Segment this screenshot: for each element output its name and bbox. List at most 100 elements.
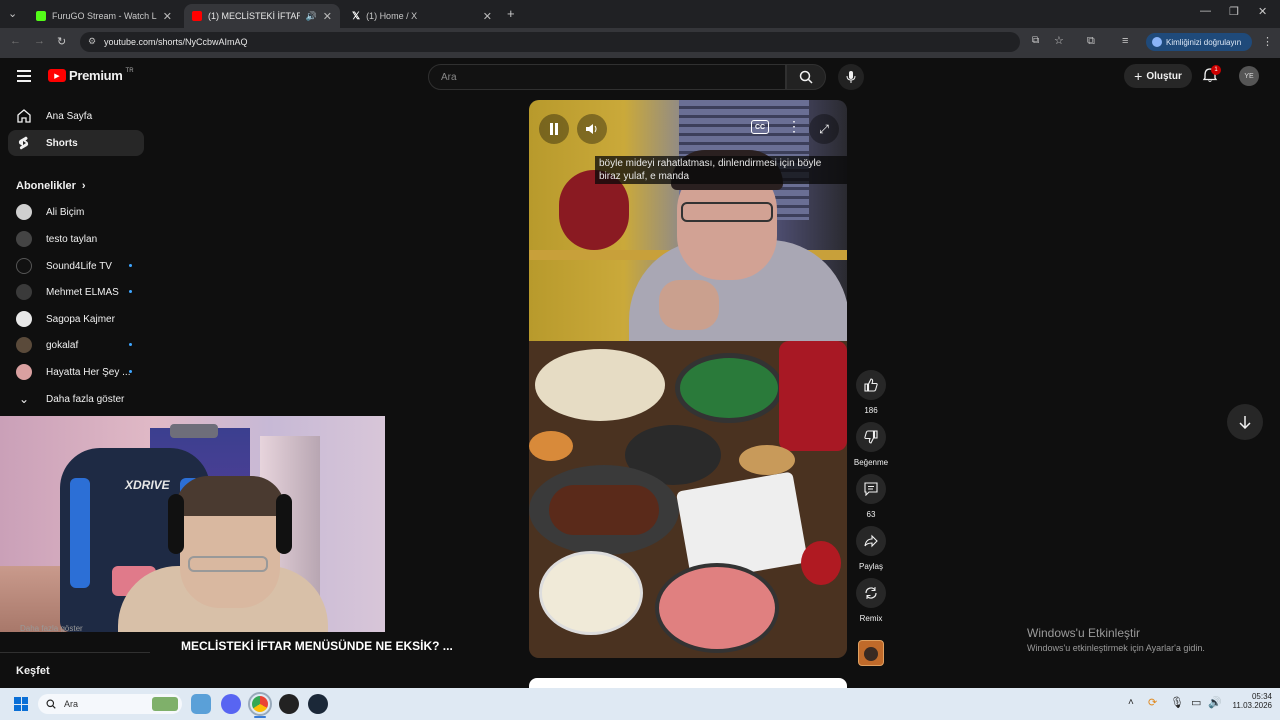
notifications-button[interactable]: 1 [1202, 65, 1221, 88]
tab-furugo[interactable]: FuruGO Stream - Watch Live on ✕ [28, 4, 180, 28]
food-image [529, 341, 847, 658]
logo-country: TR [125, 68, 134, 74]
sidebar-item-home[interactable]: Ana Sayfa [8, 103, 144, 129]
bookmark-star-icon[interactable]: ☆ [1054, 34, 1064, 47]
taskbar-search-placeholder: Ara [64, 699, 79, 709]
tray-volume-icon[interactable]: 🔊 [1208, 696, 1222, 709]
captions-icon[interactable]: CC [751, 120, 769, 134]
model-car [170, 424, 218, 438]
minimize-icon[interactable]: — [1200, 5, 1211, 17]
tray-microphone-icon[interactable]: 🎙 [1170, 696, 1184, 709]
clock-date: 11.03.2026 [1232, 701, 1272, 710]
show-more-button[interactable]: ⌄ Daha fazla göster [8, 386, 144, 412]
close-tab-icon[interactable]: ✕ [483, 10, 492, 23]
install-icon[interactable]: ⧉ [1032, 35, 1039, 46]
bowl-yogurt-soup [539, 551, 643, 635]
youtube-premium-logo[interactable]: ▶ Premium TR [48, 68, 134, 83]
tray-display-icon[interactable]: ▭ [1191, 696, 1201, 709]
pause-button[interactable] [539, 114, 569, 144]
headset-left [168, 494, 184, 554]
plate-rice-pomegranate [655, 563, 779, 653]
forward-icon[interactable]: → [34, 35, 45, 47]
bowl-nuts [739, 445, 795, 475]
voice-search-button[interactable] [838, 64, 864, 90]
channel-name: Sagopa Kajmer [46, 313, 115, 325]
restore-icon[interactable]: ❐ [1229, 5, 1239, 18]
menu-hamburger-icon[interactable] [17, 70, 31, 82]
subscription-item[interactable]: Sound4Life TV [8, 253, 144, 279]
obs-app-icon[interactable] [279, 694, 299, 714]
channel-avatar [16, 364, 32, 380]
tab-title: FuruGO Stream - Watch Live on [52, 11, 157, 21]
channel-name: Ali Biçim [46, 206, 85, 218]
speaker-icon[interactable]: 🔊 [306, 11, 317, 22]
comments-button[interactable]: 63 [856, 474, 886, 519]
shorts-video-player[interactable]: CC ⋮ ⤢ böyle mideyi rahatlatması, dinlen… [529, 100, 847, 658]
share-button[interactable]: Paylaş [856, 526, 886, 571]
channel-avatar [16, 337, 32, 353]
new-tab-icon[interactable]: + [507, 6, 515, 21]
media-controls-icon[interactable]: ≡ [1122, 35, 1128, 47]
tab-x-home[interactable]: 𝕏 (1) Home / X ✕ [344, 4, 500, 28]
reload-icon[interactable]: ↻ [57, 35, 66, 48]
channel-avatar [16, 231, 32, 247]
widgets-app-icon[interactable] [191, 694, 211, 714]
like-button[interactable]: 186 [856, 370, 886, 415]
dislike-button[interactable]: Beğenme [854, 422, 888, 467]
video-caption: böyle mideyi rahatlatması, dinlendirmesi… [595, 156, 847, 184]
system-clock[interactable]: 05:34 11.03.2026 [1226, 692, 1272, 710]
subscription-item[interactable]: gokalaf [8, 332, 144, 358]
search-input[interactable]: Ara [428, 64, 786, 90]
search-button[interactable] [786, 64, 826, 90]
tab-search-icon[interactable]: ⌄ [8, 7, 17, 20]
new-content-dot [129, 343, 132, 346]
sidebar-item-shorts[interactable]: Shorts [8, 130, 144, 156]
start-windows-icon[interactable] [14, 697, 28, 711]
tray-expand-icon[interactable]: ˄ [1128, 697, 1134, 708]
discord-app-icon[interactable] [221, 694, 241, 714]
fullscreen-icon[interactable]: ⤢ [809, 114, 839, 144]
channel-name: Hayatta Her Şey ... [46, 366, 131, 378]
activation-watermark-subtitle: Windows'u etkinleştirmek için Ayarlar'a … [1027, 643, 1205, 653]
verify-identity-button[interactable]: Kimliğinizi doğrulayın [1146, 33, 1252, 51]
subscription-item[interactable]: Mehmet ELMAS [8, 279, 144, 305]
subscriptions-title: Abonelikler [16, 180, 76, 192]
account-avatar[interactable]: YE [1239, 66, 1259, 86]
next-short-button[interactable] [1227, 404, 1263, 440]
more-options-icon[interactable]: ⋮ [787, 118, 801, 135]
subscriptions-heading[interactable]: Abonelikler › [16, 180, 86, 192]
browser-menu-icon[interactable]: ⋮ [1262, 35, 1273, 48]
taskbar-search[interactable]: Ara [38, 694, 182, 714]
tab-youtube-short[interactable]: (1) MECLİSTEKİ İFTAR MENÜ 🔊 ✕ [184, 4, 340, 28]
video-upper-frame [529, 100, 847, 341]
back-icon[interactable]: ← [10, 35, 21, 47]
dislike-label: Beğenme [853, 458, 889, 467]
tray-sync-icon[interactable]: ⟳ [1148, 696, 1157, 709]
address-bar[interactable]: ⚙ youtube.com/shorts/NyCcbwAImAQ ⧉ ☆ [80, 32, 1064, 52]
close-tab-icon[interactable]: ✕ [323, 10, 332, 23]
search-highlight-icon [152, 697, 178, 711]
steam-app-icon[interactable] [308, 694, 328, 714]
active-app-indicator [254, 716, 266, 718]
subscription-item[interactable]: testo taylan [8, 226, 144, 252]
volume-button[interactable] [577, 114, 607, 144]
extensions-icon[interactable]: ⧉ [1087, 35, 1095, 48]
browser-tab-bar: ⌄ FuruGO Stream - Watch Live on ✕ (1) ME… [0, 0, 1280, 28]
subscription-item[interactable]: Hayatta Her Şey ... [8, 359, 144, 385]
close-tab-icon[interactable]: ✕ [163, 10, 172, 23]
channel-thumbnail[interactable] [858, 640, 884, 666]
remix-button[interactable]: Remix [856, 578, 886, 623]
chrome-app-icon[interactable] [248, 692, 272, 716]
create-button[interactable]: + Oluştur [1124, 64, 1192, 88]
subscription-item[interactable]: Ali Biçim [8, 199, 144, 225]
close-window-icon[interactable]: ✕ [1258, 5, 1267, 18]
sidebar-item-label: Shorts [46, 137, 78, 149]
site-info-icon[interactable]: ⚙ [88, 36, 96, 47]
youtube-play-logo-icon: ▶ [48, 69, 66, 82]
subscription-item[interactable]: Sagopa Kajmer [8, 306, 144, 332]
like-icon [864, 378, 878, 392]
tab-title: (1) Home / X [366, 11, 418, 21]
volume-icon [586, 124, 597, 134]
pause-icon [550, 123, 558, 135]
new-content-dot [129, 290, 132, 293]
